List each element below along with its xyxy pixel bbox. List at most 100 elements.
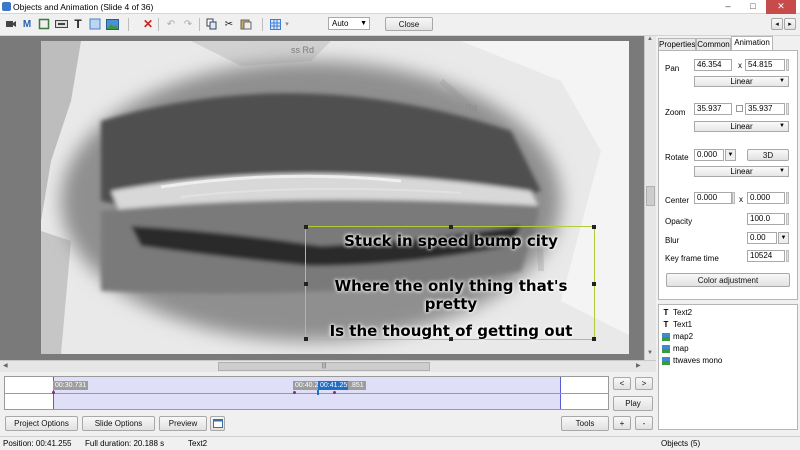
- text-object-selection[interactable]: Stuck in speed bump city Where the only …: [304, 225, 596, 341]
- button-icon[interactable]: [54, 17, 68, 31]
- frame-icon[interactable]: [37, 17, 51, 31]
- list-item[interactable]: ttwaves mono: [662, 355, 722, 367]
- color-adjustment-button[interactable]: Color adjustment: [666, 273, 790, 287]
- zoom-x-field[interactable]: 35.937: [694, 103, 732, 115]
- keyframe-marker[interactable]: [52, 391, 55, 394]
- tools-button[interactable]: Tools: [561, 416, 609, 431]
- properties-panel: Properties Common Animation Pan 46.354 x…: [656, 36, 800, 300]
- project-options-button[interactable]: Project Options: [5, 416, 78, 431]
- text-icon[interactable]: T: [71, 17, 85, 31]
- app-icon: [2, 2, 11, 11]
- pan-spinner[interactable]: [786, 59, 789, 71]
- scroll-left-icon[interactable]: ◀: [3, 362, 8, 369]
- vertical-scroll-thumb[interactable]: [646, 186, 655, 206]
- chevron-down-icon: ▼: [779, 78, 785, 84]
- paste-icon[interactable]: [239, 17, 253, 31]
- list-item[interactable]: map2: [662, 331, 693, 343]
- zoom-mode-select[interactable]: Linear ▼: [694, 121, 789, 132]
- close-window-button[interactable]: ✕: [766, 0, 796, 14]
- toolbar-separator: [158, 18, 159, 31]
- keyframe-spinner[interactable]: [786, 250, 789, 262]
- zoom-y-field[interactable]: 35.937: [745, 103, 785, 115]
- prev-slide-button[interactable]: ◂: [771, 18, 783, 30]
- redo-icon[interactable]: ↷: [181, 17, 195, 31]
- undo-icon[interactable]: ↶: [164, 17, 178, 31]
- rotate-field[interactable]: 0.000: [694, 149, 724, 161]
- blur-field[interactable]: 0.00: [747, 232, 777, 244]
- keyframe-marker[interactable]: [293, 391, 296, 394]
- blur-dropdown[interactable]: ▼: [778, 232, 789, 244]
- grid-icon[interactable]: [268, 17, 282, 31]
- caption-line: Where the only thing that's pretty: [334, 277, 568, 313]
- vertical-scrollbar[interactable]: ▲ ▼: [644, 36, 656, 360]
- objects-list: T Text2 T Text1 map2 map ttwaves mono: [658, 304, 798, 430]
- rotate-3d-button[interactable]: 3D: [747, 149, 789, 161]
- camera-icon[interactable]: [4, 17, 18, 31]
- playhead[interactable]: [317, 390, 319, 395]
- scroll-down-icon[interactable]: ▼: [647, 350, 653, 356]
- image-icon[interactable]: [105, 17, 119, 31]
- rectangle-icon[interactable]: [88, 17, 102, 31]
- slide-stage[interactable]: ss Rd ston Rd Stuck in: [41, 41, 629, 354]
- list-item[interactable]: T Text1: [662, 319, 693, 331]
- selected-object-status: Text2: [188, 439, 208, 448]
- minimize-button[interactable]: –: [716, 0, 740, 14]
- image-icon: [662, 333, 670, 341]
- list-item[interactable]: map: [662, 343, 689, 355]
- m-icon[interactable]: M: [20, 17, 34, 31]
- prev-keyframe-button[interactable]: <: [613, 377, 631, 390]
- map-label: ss Rd: [291, 45, 314, 55]
- tab-animation[interactable]: Animation: [731, 36, 773, 51]
- maximize-button[interactable]: □: [741, 0, 765, 14]
- toolbar: M T ✕ ↶ ↷ ✂ ▾ Auto ▼ Close ◂ ▸: [0, 14, 800, 36]
- play-button[interactable]: Play: [613, 396, 653, 411]
- close-button[interactable]: Close: [385, 17, 433, 31]
- center-y-spinner[interactable]: [786, 192, 789, 204]
- blur-label: Blur: [665, 236, 680, 245]
- remove-object-button[interactable]: -: [635, 416, 653, 430]
- next-keyframe-button[interactable]: >: [635, 377, 653, 390]
- next-slide-button[interactable]: ▸: [784, 18, 796, 30]
- copy-icon[interactable]: [205, 17, 219, 31]
- window-title: Objects and Animation (Slide 4 of 36): [13, 2, 154, 12]
- pan-mode-select[interactable]: Linear ▼: [694, 76, 789, 87]
- scroll-right-icon[interactable]: ▶: [636, 362, 641, 369]
- grid-dropdown-icon[interactable]: ▾: [282, 17, 292, 31]
- scroll-up-icon[interactable]: ▲: [647, 36, 653, 42]
- grid-mode-value: Auto: [332, 19, 349, 28]
- timeline[interactable]: 00:30.731 00:40.2 00:41.255 .851: [4, 376, 609, 410]
- rotate-mode-select[interactable]: Linear ▼: [694, 166, 789, 177]
- selection-handle[interactable]: [592, 225, 596, 229]
- keyframe-time-field[interactable]: 10524: [747, 250, 785, 262]
- keyframe-marker[interactable]: [333, 391, 336, 394]
- pan-y-field[interactable]: 54.815: [745, 59, 785, 71]
- status-bar: Position: 00:41.255 Full duration: 20.18…: [0, 436, 800, 450]
- opacity-field[interactable]: 100.0: [747, 213, 785, 225]
- zoom-mode-value: Linear: [730, 122, 753, 131]
- horizontal-scrollbar[interactable]: ◀ ||| ▶: [0, 360, 656, 372]
- cut-icon[interactable]: ✂: [222, 17, 236, 31]
- rotate-dropdown[interactable]: ▼: [725, 149, 736, 161]
- timeline-divider: [5, 393, 608, 394]
- pan-x-field[interactable]: 46.354: [694, 59, 732, 71]
- list-item[interactable]: T Text2: [662, 307, 693, 319]
- slide-options-button[interactable]: Slide Options: [82, 416, 155, 431]
- delete-icon[interactable]: ✕: [141, 17, 155, 31]
- center-y-field[interactable]: 0.000: [747, 192, 785, 204]
- selection-handle[interactable]: [304, 225, 308, 229]
- center-x-field[interactable]: 0.000: [694, 192, 732, 204]
- pan-mode-value: Linear: [730, 77, 753, 86]
- timeline-end-label: .851: [348, 381, 366, 390]
- opacity-spinner[interactable]: [786, 213, 789, 225]
- center-x-spinner[interactable]: [732, 192, 735, 204]
- horizontal-scroll-thumb[interactable]: |||: [218, 362, 430, 371]
- preview-window-button[interactable]: [210, 416, 225, 431]
- zoom-link-checkbox[interactable]: [736, 105, 743, 112]
- selection-handle[interactable]: [449, 225, 453, 229]
- x-separator: x: [739, 195, 743, 204]
- zoom-spinner[interactable]: [786, 103, 789, 115]
- preview-button[interactable]: Preview: [159, 416, 207, 431]
- title-bar: Objects and Animation (Slide 4 of 36) – …: [0, 0, 800, 14]
- grid-mode-select[interactable]: Auto ▼: [328, 17, 370, 30]
- add-object-button[interactable]: +: [613, 416, 631, 430]
